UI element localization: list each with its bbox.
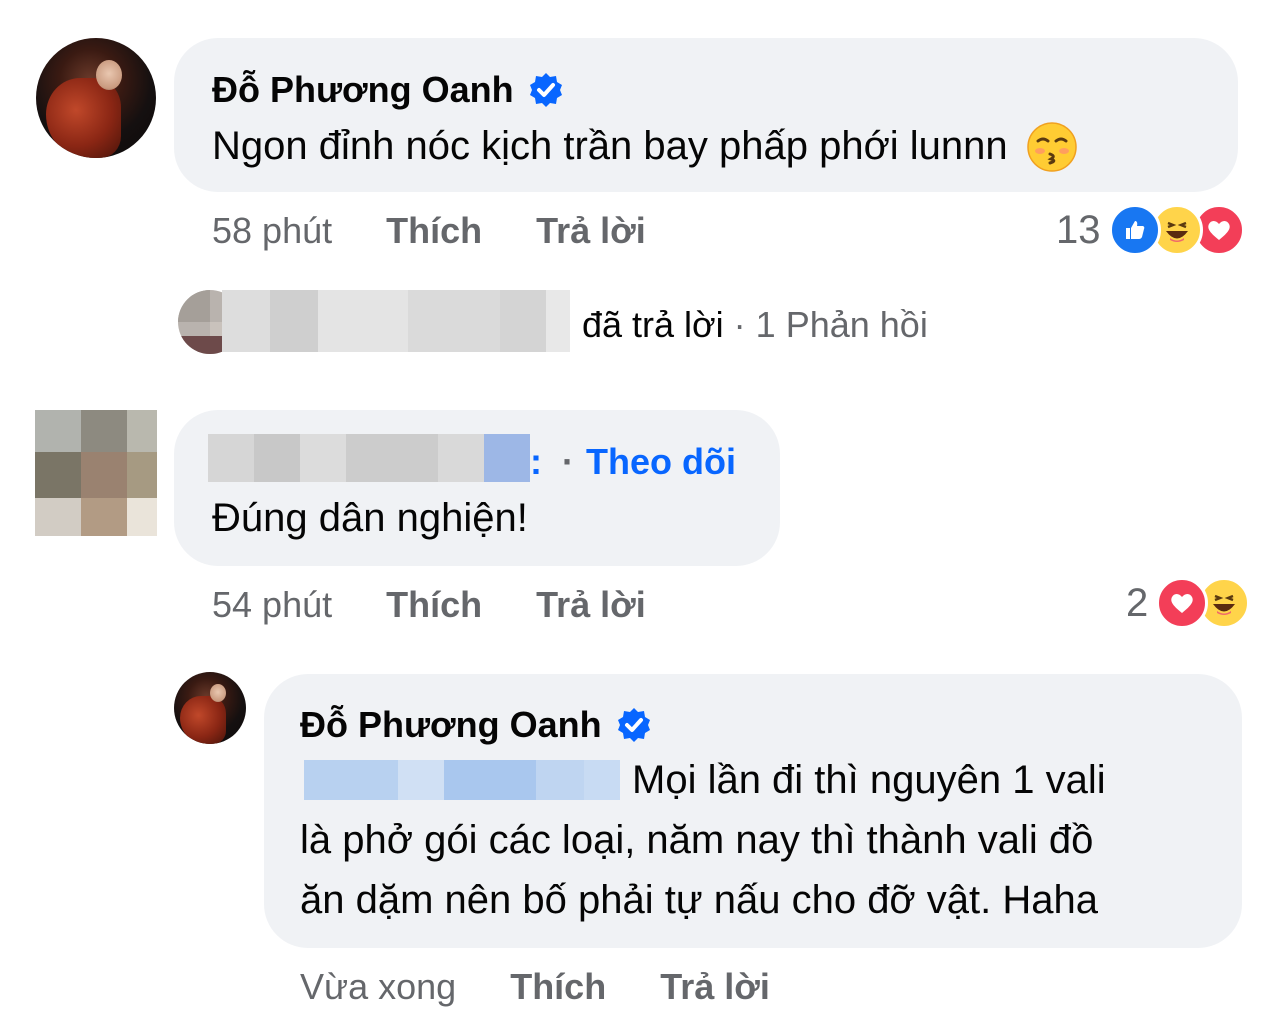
- reaction-summary[interactable]: 2: [1126, 577, 1251, 629]
- reaction-count: 13: [1056, 207, 1101, 252]
- author-avatar[interactable]: [36, 38, 156, 158]
- comment-text: Đúng dân nghiện!: [212, 496, 528, 540]
- reaction-summary[interactable]: 13: [1056, 204, 1245, 256]
- reply-button[interactable]: Trả lời: [536, 584, 646, 626]
- comment-actions: 54 phút Thích Trả lời: [212, 582, 646, 628]
- reply-summary[interactable]: đã trả lời · 1 Phản hồi: [582, 304, 928, 346]
- reply-actions: Vừa xong Thích Trả lời: [300, 964, 770, 1010]
- reply-author[interactable]: Đỗ Phương Oanh: [300, 703, 652, 747]
- blurred-name: [222, 290, 570, 352]
- comment-text: Ngon đỉnh nóc kịch trần bay phấp phới lu…: [212, 124, 1008, 168]
- reaction-count: 2: [1126, 580, 1149, 625]
- reply-author-avatar[interactable]: [174, 672, 246, 744]
- reply-line-1: Mọi lần đi thì nguyên 1 vali: [632, 758, 1106, 802]
- comment-actions: 58 phút Thích Trả lời: [212, 208, 646, 254]
- like-button[interactable]: Thích: [386, 210, 482, 252]
- follow-row: : · Theo dõi: [530, 440, 736, 484]
- reply-button[interactable]: Trả lời: [660, 966, 770, 1008]
- love-icon: [1156, 577, 1209, 629]
- blurred-commenter-avatar: [35, 410, 157, 536]
- like-button[interactable]: Thích: [510, 966, 606, 1008]
- verified-fragment: :: [530, 441, 542, 482]
- reply-line-3: ăn dặm nên bố phải tự nấu cho đỡ vật. Ha…: [300, 878, 1098, 922]
- like-button[interactable]: Thích: [386, 584, 482, 626]
- separator-dot: ·: [562, 441, 574, 482]
- comment-timestamp[interactable]: 58 phút: [212, 210, 332, 252]
- replied-label: đã trả lời: [582, 304, 724, 345]
- comment-text-row: Ngon đỉnh nóc kịch trần bay phấp phới lu…: [212, 116, 1078, 177]
- comment-timestamp[interactable]: 54 phút: [212, 584, 332, 626]
- comment-author[interactable]: Đỗ Phương Oanh: [212, 68, 564, 112]
- like-icon: [1108, 204, 1161, 256]
- reply-timestamp[interactable]: Vừa xong: [300, 966, 456, 1008]
- reply-line-2: là phở gói các loại, năm nay thì thành v…: [300, 818, 1094, 862]
- separator: ·: [733, 304, 746, 345]
- blurred-mention[interactable]: [304, 760, 620, 800]
- reply-button[interactable]: Trả lời: [536, 210, 646, 252]
- author-name[interactable]: Đỗ Phương Oanh: [300, 704, 602, 746]
- verified-badge-icon: [617, 708, 650, 742]
- verified-badge-icon: [529, 73, 562, 107]
- follow-button[interactable]: Theo dõi: [586, 441, 736, 483]
- reply-count[interactable]: 1 Phản hồi: [756, 304, 928, 346]
- author-name[interactable]: Đỗ Phương Oanh: [212, 69, 514, 111]
- blurred-commenter-name: [208, 434, 530, 482]
- kissing-face-emoji-icon: [1026, 121, 1077, 172]
